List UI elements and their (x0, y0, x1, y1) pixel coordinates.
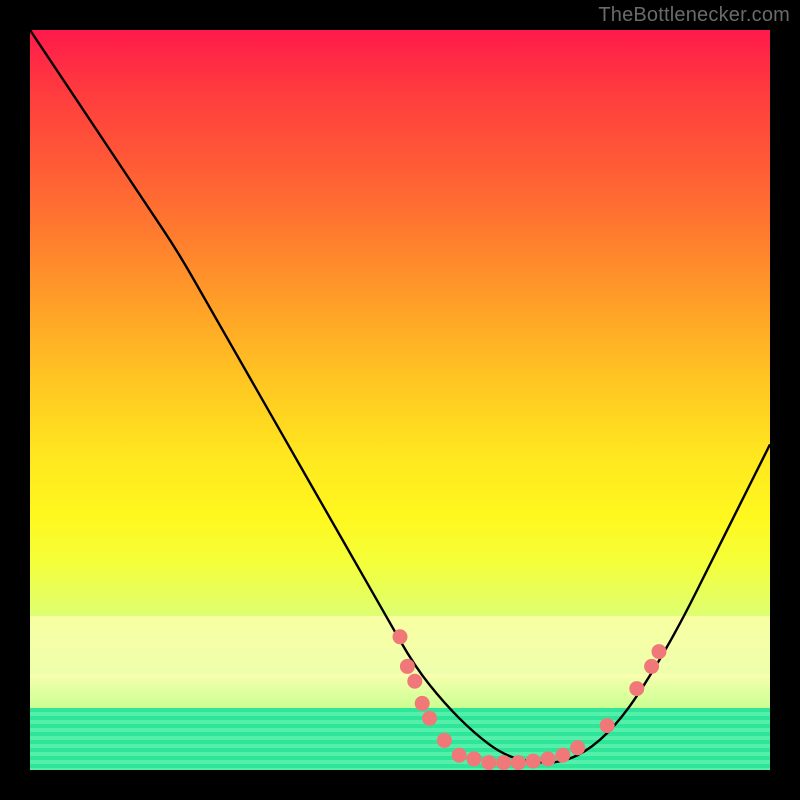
data-marker (570, 740, 585, 755)
data-marker (422, 711, 437, 726)
data-marker (541, 751, 556, 766)
plot-area (30, 30, 770, 770)
data-marker (526, 754, 541, 769)
data-marker (437, 733, 452, 748)
data-marker (644, 659, 659, 674)
data-marker (400, 659, 415, 674)
chart-svg (30, 30, 770, 770)
data-marker (467, 751, 482, 766)
data-marker (407, 674, 422, 689)
data-markers (393, 629, 667, 770)
data-marker (496, 755, 511, 770)
data-marker (481, 755, 496, 770)
data-marker (652, 644, 667, 659)
data-marker (629, 681, 644, 696)
data-marker (600, 718, 615, 733)
data-marker (452, 748, 467, 763)
data-marker (555, 748, 570, 763)
chart-frame: TheBottlenecker.com (0, 0, 800, 800)
watermark-text: TheBottlenecker.com (598, 4, 790, 27)
data-marker (393, 629, 408, 644)
data-marker (511, 755, 526, 770)
data-marker (415, 696, 430, 711)
